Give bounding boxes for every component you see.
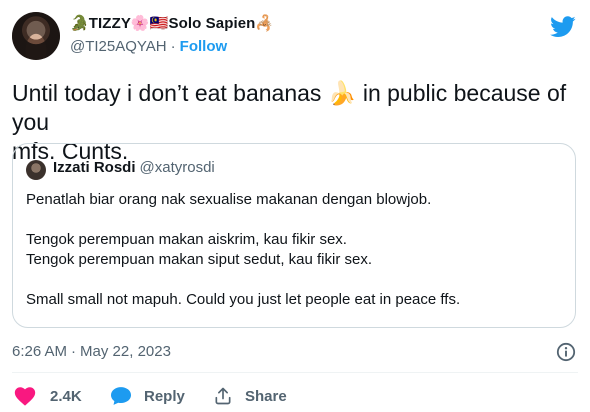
reply-label: Reply: [144, 387, 185, 405]
tweet-text-line-1: Until today i don’t eat bananas 🍌 in pub…: [12, 80, 567, 135]
quoted-line-3: Tengok perempuan makan aiskrim, kau fiki…: [26, 231, 347, 248]
info-circle-icon[interactable]: [556, 342, 576, 362]
timestamp-separator: ·: [71, 343, 77, 360]
actions-divider: [12, 372, 578, 373]
quoted-line-4: Tengok perempuan makan siput sedut, kau …: [26, 251, 373, 268]
tweet-date: May 22, 2023: [80, 343, 171, 360]
like-button[interactable]: 2.4K: [14, 384, 82, 408]
tweet-time: 6:26 AM: [12, 343, 68, 360]
heart-icon: [14, 387, 36, 406]
quoted-tweet[interactable]: Izzati Rosdi @xatyrosdi Penatlah biar ora…: [12, 143, 576, 328]
quoted-author-row: Izzati Rosdi @xatyrosdi: [53, 159, 215, 176]
quoted-line-1: Penatlah biar orang nak sexualise makana…: [26, 191, 432, 208]
quoted-line-break: [26, 270, 566, 290]
author-handle-row: @TI25AQYAH · Follow: [70, 38, 227, 55]
share-button[interactable]: Share: [213, 384, 287, 408]
reply-button[interactable]: Reply: [110, 384, 185, 408]
follow-button[interactable]: Follow: [180, 38, 228, 55]
speech-bubble-icon: [111, 387, 131, 405]
quoted-line-6: Small small not mapuh. Could you just le…: [26, 291, 461, 308]
tweet-timestamp[interactable]: 6:26 AM · May 22, 2023: [12, 343, 171, 360]
tweet-card: 🐊TIZZY🌸🇲🇾Solo Sapien🦂 @TI25AQYAH · Follow …: [0, 0, 590, 412]
quoted-author-avatar: [26, 160, 46, 180]
quoted-author-handle: @xatyrosdi: [139, 159, 215, 176]
share-upload-icon: [215, 387, 231, 405]
like-count: 2.4K: [50, 387, 82, 405]
handle-separator: ·: [170, 38, 176, 55]
quoted-tweet-text: Penatlah biar orang nak sexualise makana…: [26, 190, 566, 310]
quoted-line-break: [26, 210, 566, 230]
twitter-bird-icon[interactable]: [550, 16, 576, 38]
author-display-name[interactable]: 🐊TIZZY🌸🇲🇾Solo Sapien🦂: [70, 14, 274, 32]
author-avatar[interactable]: [12, 12, 60, 60]
quoted-author-name: Izzati Rosdi: [53, 159, 136, 176]
share-label: Share: [245, 387, 287, 405]
author-handle[interactable]: @TI25AQYAH: [70, 38, 167, 55]
